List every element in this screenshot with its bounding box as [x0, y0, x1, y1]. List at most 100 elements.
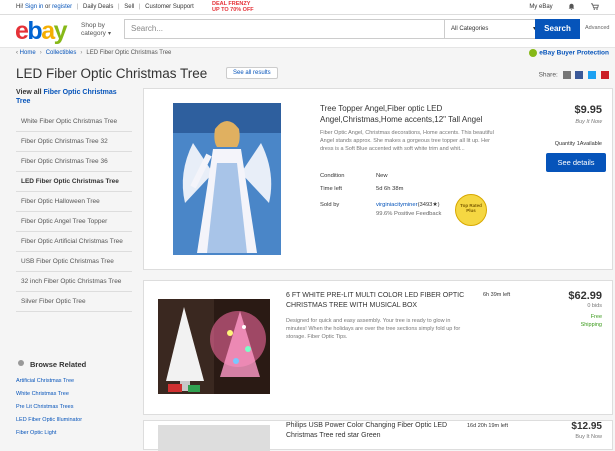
breadcrumb-sep: › — [80, 50, 83, 56]
search-button[interactable]: Search — [535, 19, 580, 39]
listing-card: Tree Topper Angel,Fiber optic LED Angel,… — [143, 88, 613, 270]
share-label: Share: — [538, 71, 558, 79]
time-left: 16d 20h 19m left — [467, 423, 508, 429]
browse-related-title: Browse Related — [16, 360, 132, 369]
category-label: category — [81, 30, 106, 37]
category-select-value: All Categories — [451, 26, 489, 32]
or-text: or — [45, 4, 51, 10]
buy-format: Buy It Now — [575, 119, 602, 125]
browse-link[interactable]: LED Fiber Optic Illuminator — [16, 414, 132, 427]
top-bar: Hi! Sign in or register | Daily Deals | … — [0, 0, 615, 15]
logo-letter-b: b — [27, 17, 42, 45]
browse-link[interactable]: White Christmas Tree — [16, 388, 132, 401]
top-rated-badge: Top Rated Plus — [455, 194, 487, 226]
sidebar-item-32[interactable]: Fiber Optic Christmas Tree 32 — [16, 132, 132, 152]
seller-link[interactable]: virginiacityminer — [376, 202, 418, 208]
listing-title[interactable]: Philips USB Power Color Changing Fiber O… — [286, 421, 466, 441]
ebay-logo[interactable]: ebay — [15, 17, 68, 45]
time-left-value: 5d 6h 38m — [376, 186, 404, 192]
product-image[interactable] — [173, 103, 281, 255]
register-link[interactable]: register — [52, 4, 72, 10]
separator: | — [118, 4, 120, 10]
deal-frenzy-promo[interactable]: DEAL FRENZY UP TO 70% OFF — [212, 1, 254, 13]
shop-by-category[interactable]: Shop by category ▾ — [81, 22, 111, 38]
sidebar: View all Fiber Optic Christmas Tree Whit… — [16, 88, 132, 312]
logo-letter-y: y — [53, 17, 68, 45]
top-bar-left: Hi! Sign in or register | Daily Deals | … — [16, 0, 194, 15]
product-image[interactable] — [158, 299, 270, 394]
sign-in-link[interactable]: Sign in — [25, 4, 43, 10]
see-all-results-button[interactable]: See all results — [226, 67, 278, 79]
breadcrumb-current: LED Fiber Optic Christmas Tree — [86, 50, 172, 56]
customer-support-link[interactable]: Customer Support — [145, 4, 194, 10]
notification-bell-icon[interactable] — [568, 3, 577, 10]
bid-count: 0 bids — [587, 303, 602, 309]
condition-label: Condition — [320, 173, 345, 179]
view-all-heading: View all Fiber Optic Christmas Tree — [16, 88, 132, 106]
buyer-protection-link[interactable]: eBay Buyer Protection — [529, 49, 609, 57]
greeting: Hi! — [16, 4, 24, 10]
pinterest-icon[interactable] — [601, 71, 609, 79]
advanced-search-link[interactable]: Advanced — [585, 25, 609, 31]
separator: | — [76, 4, 79, 10]
shipping-line-1: Free — [590, 314, 602, 320]
listing-title[interactable]: Tree Topper Angel,Fiber optic LED Angel,… — [320, 103, 495, 125]
sidebar-item-halloween[interactable]: Fiber Optic Halloween Tree — [16, 192, 132, 212]
sidebar-item-angel[interactable]: Fiber Optic Angel Tree Topper — [16, 212, 132, 232]
facebook-icon[interactable] — [575, 71, 584, 79]
breadcrumb-collectibles[interactable]: Collectibles — [46, 50, 77, 56]
listing-price: $12.95 — [571, 421, 602, 432]
search-input[interactable]: Search... — [131, 20, 163, 38]
sell-link[interactable]: Sell — [124, 4, 134, 10]
sidebar-item-silver[interactable]: Silver Fiber Optic Tree — [16, 292, 132, 312]
sold-by-label: Sold by — [320, 202, 340, 208]
logo-letter-e: e — [15, 17, 29, 45]
browse-related: Browse Related Artificial Christmas Tree… — [16, 360, 132, 440]
sidebar-item-artificial[interactable]: Fiber Optic Artificial Christmas Tree — [16, 232, 132, 252]
category-select[interactable]: All Categories ▾ — [444, 20, 542, 38]
listing-description: Fiber Optic Angel, Christmas decorations… — [320, 130, 494, 152]
browse-link[interactable]: Fiber Optic Light — [16, 427, 132, 440]
seller-info: virginiacityminer(3493★) — [376, 202, 440, 208]
search-bar: Search... All Categories ▾ — [124, 19, 542, 39]
listing-card: Philips USB Power Color Changing Fiber O… — [143, 420, 613, 451]
breadcrumb-home[interactable]: Home — [20, 50, 36, 56]
sidebar-item-32-inch[interactable]: 32 inch Fiber Optic Christmas Tree — [16, 272, 132, 292]
email-share-icon[interactable] — [562, 71, 571, 79]
seller-score: (3493★) — [417, 202, 440, 208]
see-details-button[interactable]: See details — [546, 153, 606, 172]
cart-icon[interactable] — [591, 3, 599, 10]
sidebar-item-36[interactable]: Fiber Optic Christmas Tree 36 — [16, 152, 132, 172]
top-bar-right: My eBay — [515, 0, 599, 15]
sidebar-item-usb[interactable]: USB Fiber Optic Christmas Tree — [16, 252, 132, 272]
breadcrumb: ‹ Home › Collectibles › LED Fiber Optic Chri… — [16, 50, 171, 56]
twitter-icon[interactable] — [588, 71, 597, 79]
page-title: LED Fiber Optic Christmas Tree — [16, 66, 208, 81]
listing-card: 6 FT WHITE PRE-LIT MULTI COLOR LED FIBER… — [143, 280, 613, 415]
breadcrumb-sep: › — [39, 50, 42, 56]
share-bar: Share: — [539, 71, 609, 79]
daily-deals-link[interactable]: Daily Deals — [83, 4, 113, 10]
quantity-available: Quantity 1Available — [554, 141, 602, 147]
shield-icon — [529, 49, 538, 57]
time-left-label: Time left — [320, 186, 343, 192]
browse-link[interactable]: Artificial Christmas Tree — [16, 375, 132, 388]
logo-letter-a: a — [41, 17, 55, 45]
promo-line-2: UP TO 70% OFF — [212, 7, 254, 13]
view-all-prefix: View all — [16, 89, 42, 96]
chevron-down-icon: ▾ — [107, 31, 111, 37]
sidebar-item-led[interactable]: LED Fiber Optic Christmas Tree — [16, 172, 132, 192]
seller-feedback: 99.6% Positive Feedback — [376, 211, 442, 217]
buyer-protection-label: eBay Buyer Protection — [539, 49, 609, 57]
product-image[interactable] — [158, 425, 270, 451]
sidebar-item-white[interactable]: White Fiber Optic Christmas Tree — [16, 112, 132, 132]
listing-description: Designed for quick and easy assembly. Yo… — [286, 318, 461, 340]
shop-by-label: Shop by — [81, 22, 105, 29]
browse-link[interactable]: Pre Lit Christmas Trees — [16, 401, 132, 414]
listing-price: $62.99 — [568, 290, 602, 302]
my-ebay-link[interactable]: My eBay — [529, 4, 552, 10]
separator: | — [138, 4, 141, 10]
time-left: 6h 39m left — [483, 292, 511, 298]
listing-title[interactable]: 6 FT WHITE PRE-LIT MULTI COLOR LED FIBER… — [286, 291, 466, 311]
condition-value: New — [376, 173, 388, 179]
